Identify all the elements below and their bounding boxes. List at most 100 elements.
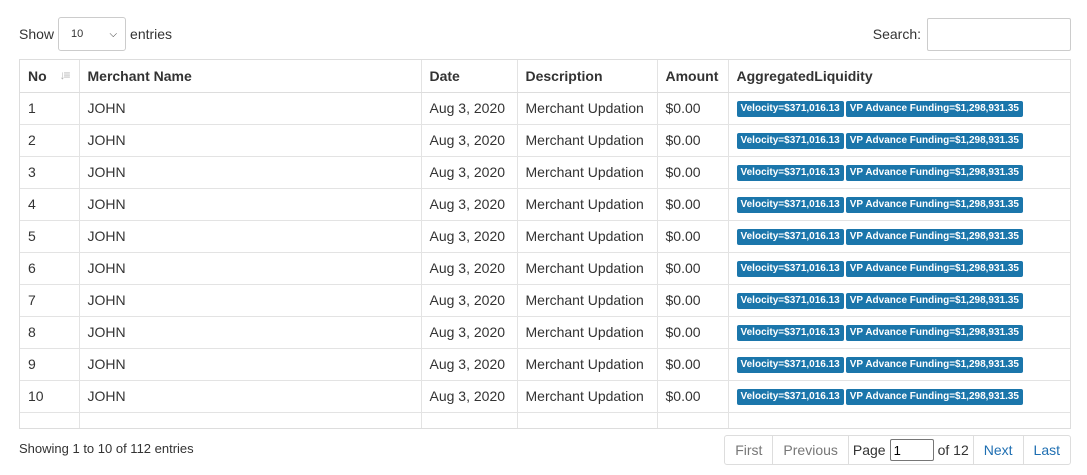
liquidity-badge: Velocity=$371,016.13 — [736, 164, 844, 181]
cell-aggregated-liquidity: Velocity=$371,016.13 VP Advance Funding=$… — [728, 92, 1070, 125]
filler-cell — [20, 412, 80, 428]
cell-aggregated-liquidity: Velocity=$371,016.13 VP Advance Funding=$… — [728, 380, 1070, 413]
cell-merchant-name: JOHN — [79, 188, 422, 221]
table-row: 2 JOHN Aug 3, 2020 Merchant Updation $0.… — [20, 124, 1070, 157]
column-header-merchant-name[interactable]: Merchant Name — [79, 60, 422, 93]
cell-amount: $0.00 — [657, 188, 729, 221]
search-control: Search: — [873, 17, 1071, 51]
cell-date: Aug 3, 2020 — [421, 124, 518, 157]
cell-description: Merchant Updation — [517, 124, 658, 157]
cell-no: 1 — [20, 92, 80, 125]
filler-cell — [517, 412, 658, 428]
cell-amount: $0.00 — [657, 156, 729, 189]
liquidity-badge: Velocity=$371,016.13 — [736, 228, 844, 245]
filler-cell — [79, 412, 422, 428]
liquidity-badge: VP Advance Funding=$1,298,931.35 — [845, 292, 1023, 309]
cell-merchant-name: JOHN — [79, 252, 422, 285]
page-number-input[interactable] — [889, 439, 934, 461]
page-total-label: of 12 — [937, 442, 969, 458]
cell-description: Merchant Updation — [517, 252, 658, 285]
liquidity-badge: VP Advance Funding=$1,298,931.35 — [845, 196, 1023, 213]
cell-description: Merchant Updation — [517, 220, 658, 253]
search-input[interactable] — [927, 17, 1071, 51]
liquidity-badge: VP Advance Funding=$1,298,931.35 — [845, 164, 1023, 181]
cell-date: Aug 3, 2020 — [421, 252, 518, 285]
cell-aggregated-liquidity: Velocity=$371,016.13 VP Advance Funding=$… — [728, 188, 1070, 221]
cell-date: Aug 3, 2020 — [421, 220, 518, 253]
liquidity-badge: VP Advance Funding=$1,298,931.35 — [845, 132, 1023, 149]
cell-date: Aug 3, 2020 — [421, 188, 518, 221]
show-label: Show — [19, 26, 55, 42]
table-info: Showing 1 to 10 of 112 entries — [19, 441, 194, 456]
cell-amount: $0.00 — [657, 92, 729, 125]
liquidity-badge: VP Advance Funding=$1,298,931.35 — [845, 324, 1023, 341]
next-page-button[interactable]: Next — [972, 435, 1024, 465]
filler-cell — [657, 412, 729, 428]
cell-merchant-name: JOHN — [79, 348, 422, 381]
liquidity-badge: VP Advance Funding=$1,298,931.35 — [845, 260, 1023, 277]
chevron-down-icon: ⌵ — [109, 28, 118, 40]
last-page-button[interactable]: Last — [1022, 435, 1071, 465]
filler-cell — [728, 412, 1070, 428]
cell-merchant-name: JOHN — [79, 380, 422, 413]
cell-description: Merchant Updation — [517, 380, 658, 413]
table-row: 6 JOHN Aug 3, 2020 Merchant Updation $0.… — [20, 252, 1070, 285]
table-header-row: No ↓≡ Merchant Name Date Description Amo… — [20, 60, 1070, 93]
cell-date: Aug 3, 2020 — [421, 156, 518, 189]
cell-amount: $0.00 — [657, 252, 729, 285]
cell-description: Merchant Updation — [517, 92, 658, 125]
cell-aggregated-liquidity: Velocity=$371,016.13 VP Advance Funding=$… — [728, 284, 1070, 317]
cell-no: 9 — [20, 348, 80, 381]
column-header-description[interactable]: Description — [517, 60, 658, 93]
cell-amount: $0.00 — [657, 220, 729, 253]
cell-merchant-name: JOHN — [79, 220, 422, 253]
cell-aggregated-liquidity: Velocity=$371,016.13 VP Advance Funding=$… — [728, 348, 1070, 381]
liquidity-badge: VP Advance Funding=$1,298,931.35 — [845, 356, 1023, 373]
cell-aggregated-liquidity: Velocity=$371,016.13 VP Advance Funding=$… — [728, 316, 1070, 349]
cell-no: 3 — [20, 156, 80, 189]
cell-merchant-name: JOHN — [79, 156, 422, 189]
cell-merchant-name: JOHN — [79, 124, 422, 157]
search-label: Search: — [872, 26, 921, 42]
cell-aggregated-liquidity: Velocity=$371,016.13 VP Advance Funding=$… — [728, 124, 1070, 157]
table-filler-row — [20, 412, 1070, 428]
cell-description: Merchant Updation — [517, 284, 658, 317]
cell-date: Aug 3, 2020 — [421, 92, 518, 125]
sort-amount-down-icon[interactable]: ↓≡ — [59, 68, 70, 82]
cell-no: 2 — [20, 124, 80, 157]
cell-date: Aug 3, 2020 — [421, 284, 518, 317]
cell-merchant-name: JOHN — [79, 284, 422, 317]
liquidity-badge: Velocity=$371,016.13 — [736, 292, 844, 309]
cell-merchant-name: JOHN — [79, 92, 422, 125]
cell-description: Merchant Updation — [517, 316, 658, 349]
data-table: No ↓≡ Merchant Name Date Description Amo… — [19, 59, 1071, 429]
liquidity-badge: Velocity=$371,016.13 — [736, 356, 844, 373]
cell-no: 5 — [20, 220, 80, 253]
cell-no: 7 — [20, 284, 80, 317]
column-header-amount[interactable]: Amount — [657, 60, 729, 93]
cell-amount: $0.00 — [657, 124, 729, 157]
cell-no: 8 — [20, 316, 80, 349]
cell-merchant-name: JOHN — [79, 316, 422, 349]
previous-page-button[interactable]: Previous — [772, 435, 849, 465]
table-row: 8 JOHN Aug 3, 2020 Merchant Updation $0.… — [20, 316, 1070, 349]
column-header-date[interactable]: Date — [421, 60, 518, 93]
cell-amount: $0.00 — [657, 348, 729, 381]
column-header-aggregated-liquidity[interactable]: AggregatedLiquidity — [728, 60, 1070, 93]
liquidity-badge: Velocity=$371,016.13 — [736, 132, 844, 149]
liquidity-badge: Velocity=$371,016.13 — [736, 388, 844, 405]
first-page-button[interactable]: First — [724, 435, 774, 465]
cell-aggregated-liquidity: Velocity=$371,016.13 VP Advance Funding=$… — [728, 156, 1070, 189]
table-toolbar: Show 10 ⌵ entries Search: — [19, 17, 1071, 51]
cell-no: 6 — [20, 252, 80, 285]
cell-date: Aug 3, 2020 — [421, 380, 518, 413]
table-row: 7 JOHN Aug 3, 2020 Merchant Updation $0.… — [20, 284, 1070, 317]
entries-select[interactable]: 10 ⌵ — [58, 17, 127, 51]
cell-amount: $0.00 — [657, 380, 729, 413]
entries-select-value: 10 — [71, 28, 84, 40]
table-row: 5 JOHN Aug 3, 2020 Merchant Updation $0.… — [20, 220, 1070, 253]
cell-no: 10 — [20, 380, 80, 413]
liquidity-badge: Velocity=$371,016.13 — [736, 324, 844, 341]
cell-date: Aug 3, 2020 — [421, 348, 518, 381]
column-header-no[interactable]: No ↓≡ — [20, 60, 80, 93]
